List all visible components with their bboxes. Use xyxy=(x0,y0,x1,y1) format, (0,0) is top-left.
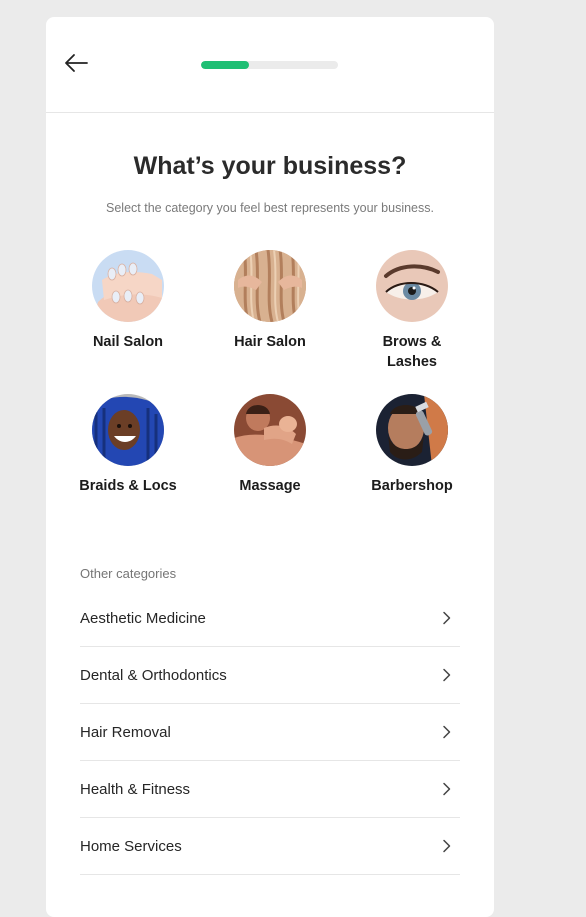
other-categories-list: Aesthetic Medicine Dental & Orthodontics… xyxy=(80,590,460,875)
chevron-right-icon xyxy=(443,839,451,853)
category-nail-salon[interactable]: Nail Salon xyxy=(57,250,199,394)
list-item-dental-orthodontics[interactable]: Dental & Orthodontics xyxy=(80,647,460,704)
onboarding-card: What’s your business? Select the categor… xyxy=(46,17,494,917)
list-item-hair-removal[interactable]: Hair Removal xyxy=(80,704,460,761)
category-label: Barbershop xyxy=(371,478,453,494)
brows-lashes-photo xyxy=(376,250,448,322)
chevron-right-icon xyxy=(443,782,451,796)
other-categories-heading: Other categories xyxy=(80,566,177,581)
category-barbershop[interactable]: Barbershop xyxy=(341,394,483,538)
list-item-health-fitness[interactable]: Health & Fitness xyxy=(80,761,460,818)
category-label: Nail Salon xyxy=(92,334,164,350)
back-button[interactable] xyxy=(62,49,90,77)
category-label: Massage xyxy=(239,478,301,494)
progress-bar xyxy=(201,61,338,69)
chevron-right-icon xyxy=(443,668,451,682)
list-item-label: Health & Fitness xyxy=(80,780,191,798)
category-brows-lashes[interactable]: Brows & Lashes xyxy=(341,250,483,394)
hair-salon-photo xyxy=(234,250,306,322)
category-label: Brows & Lashes xyxy=(382,334,442,370)
nail-salon-photo xyxy=(92,250,164,322)
list-item-label: Aesthetic Medicine xyxy=(80,609,206,627)
barbershop-photo xyxy=(376,394,448,466)
category-hair-salon[interactable]: Hair Salon xyxy=(199,250,341,394)
list-item-aesthetic-medicine[interactable]: Aesthetic Medicine xyxy=(80,590,460,647)
list-item-label: Hair Removal xyxy=(80,723,171,741)
list-item-label: Home Services xyxy=(80,837,182,855)
category-braids-locs[interactable]: Braids & Locs xyxy=(57,394,199,538)
massage-photo xyxy=(234,394,306,466)
page-title: What’s your business? xyxy=(133,152,407,180)
chevron-right-icon xyxy=(443,725,451,739)
page-subtitle: Select the category you feel best repres… xyxy=(106,201,434,215)
category-massage[interactable]: Massage xyxy=(199,394,341,538)
category-label: Braids & Locs xyxy=(79,478,177,494)
arrow-left-icon xyxy=(65,54,88,72)
top-bar xyxy=(46,17,494,113)
category-label: Hair Salon xyxy=(234,334,306,350)
list-item-label: Dental & Orthodontics xyxy=(80,666,227,684)
list-item-home-services[interactable]: Home Services xyxy=(80,818,460,875)
category-grid: Nail Salon Hair Salon Brows & Lashes Bra… xyxy=(57,250,483,538)
braids-locs-photo xyxy=(92,394,164,466)
progress-bar-fill xyxy=(201,61,249,69)
chevron-right-icon xyxy=(443,611,451,625)
